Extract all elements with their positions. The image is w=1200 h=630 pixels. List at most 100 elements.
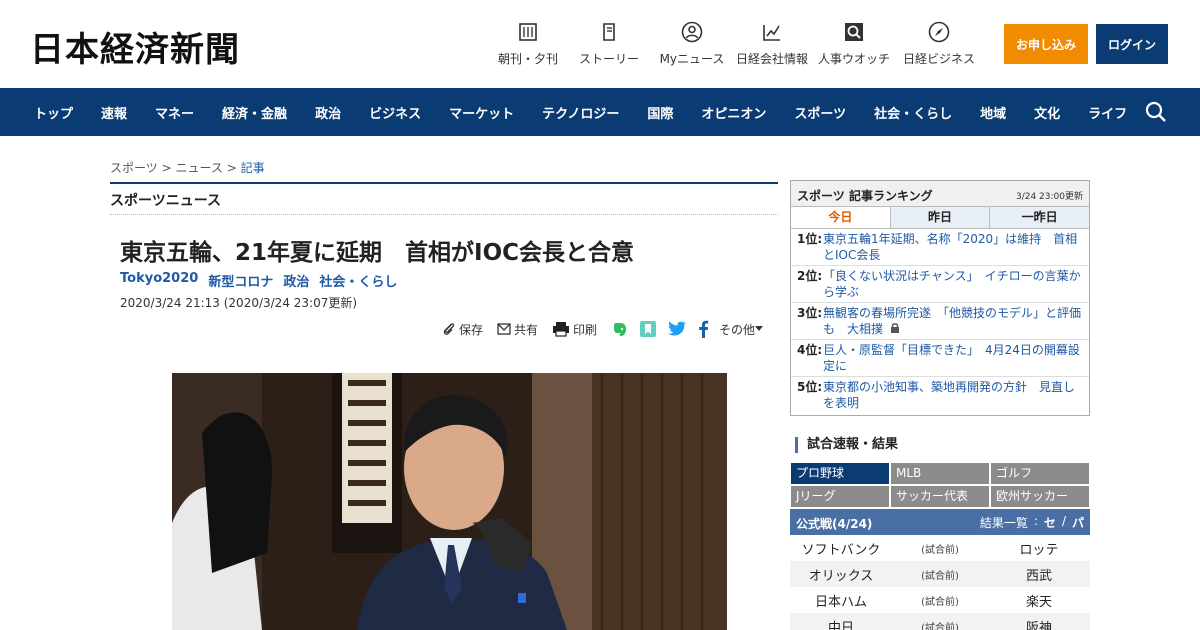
nav-item-sports[interactable]: スポーツ xyxy=(780,103,860,122)
save-label: 保存 xyxy=(459,322,484,337)
article-tags: Tokyo2020 新型コロナ 政治 社会・くらし xyxy=(120,271,407,290)
ranking-item[interactable]: 3位: 無観客の春場所完遂 「他競技のモデル」と評価も 大相撲 xyxy=(791,303,1089,340)
ranking-link[interactable]: 巨人・原監督「目標できた」 4月24日の開幕設定に xyxy=(823,342,1083,374)
category-jleague[interactable]: Jリーグ xyxy=(790,485,890,508)
ranking-link[interactable]: 東京五輪1年延期、名称「2020」は維持 首相とIOC会長 xyxy=(823,231,1083,263)
category-euro-soccer[interactable]: 欧州サッカー xyxy=(990,485,1090,508)
user-icon xyxy=(680,20,704,44)
breadcrumb: スポーツ > ニュース > 記事 xyxy=(110,159,265,176)
search-icon[interactable] xyxy=(1144,100,1168,124)
search-person-icon xyxy=(842,20,866,44)
print-label: 印刷 xyxy=(573,322,598,337)
mail-icon xyxy=(497,323,511,335)
nav-item-life[interactable]: ライフ xyxy=(1074,103,1141,122)
chart-icon xyxy=(760,20,784,44)
breadcrumb-article[interactable]: 記事 xyxy=(241,161,265,175)
tag-politics[interactable]: 政治 xyxy=(283,271,309,290)
bookmark-icon[interactable] xyxy=(639,320,657,338)
evernote-icon[interactable] xyxy=(611,320,629,338)
login-button[interactable]: ログイン xyxy=(1096,24,1168,64)
share-button[interactable]: 共有 xyxy=(497,321,538,338)
nav-item-economy[interactable]: 経済・金融 xyxy=(208,103,301,122)
ranking-link[interactable]: 東京都の小池知事、築地再開発の方針 見直しを表明 xyxy=(823,379,1083,412)
game-row[interactable]: 中日 (試合前) 阪神 xyxy=(790,613,1090,630)
nav-item-opinion[interactable]: オピニオン xyxy=(687,103,780,122)
central-league-link[interactable]: セ xyxy=(1044,514,1056,531)
nav-item-technology[interactable]: テクノロジー xyxy=(528,103,633,122)
nav-item-top[interactable]: トップ xyxy=(20,103,87,122)
header-nav-business[interactable]: 日経ビジネス xyxy=(896,20,982,67)
game-away-team: ロッテ xyxy=(1019,542,1059,558)
nav-item-society[interactable]: 社会・くらし xyxy=(860,103,966,122)
game-row[interactable]: 日本ハム (試合前) 楽天 xyxy=(790,587,1090,613)
more-share-dropdown[interactable]: その他 xyxy=(719,321,764,338)
ranking-item[interactable]: 4位: 巨人・原監督「目標できた」 4月24日の開幕設定に xyxy=(791,340,1089,377)
game-away-team: 西武 xyxy=(1025,568,1052,584)
game-row[interactable]: ソフトバンク (試合前) ロッテ xyxy=(790,535,1090,561)
category-soccer-national[interactable]: サッカー代表 xyxy=(890,485,990,508)
breadcrumb-sports[interactable]: スポーツ xyxy=(110,161,158,175)
tag-society[interactable]: 社会・くらし xyxy=(319,271,397,290)
breadcrumb-news[interactable]: ニュース xyxy=(175,161,222,175)
ranking-link[interactable]: 「良くない状況はチャンス」 イチローの言葉から学ぶ xyxy=(823,268,1083,300)
schedule-links: 結果一覧 : セ / パ xyxy=(974,514,1084,531)
tab-day-before[interactable]: 一昨日 xyxy=(989,207,1090,228)
ranking-number: 2位: xyxy=(797,269,823,283)
results-list-link[interactable]: 結果一覧 xyxy=(980,514,1028,531)
nav-item-international[interactable]: 国際 xyxy=(633,103,687,122)
nav-item-money[interactable]: マネー xyxy=(141,103,208,122)
twitter-icon[interactable] xyxy=(667,320,687,338)
nav-item-business[interactable]: ビジネス xyxy=(355,103,435,122)
header-nav-company[interactable]: 日経会社情報 xyxy=(732,20,812,67)
tab-yesterday[interactable]: 昨日 xyxy=(889,207,990,228)
save-button[interactable]: 保存 xyxy=(442,321,483,338)
ranking-link[interactable]: 無観客の春場所完遂 「他競技のモデル」と評価も 大相撲 xyxy=(823,305,1083,337)
category-npb[interactable]: プロ野球 xyxy=(790,462,890,485)
game-away-team: 阪神 xyxy=(1025,620,1052,630)
game-home-team: 日本ハム xyxy=(814,594,867,610)
header-nav-newspaper[interactable]: 朝刊・夕刊 xyxy=(490,20,566,67)
apply-button[interactable]: お申し込み xyxy=(1004,24,1088,64)
nav-item-region[interactable]: 地域 xyxy=(966,103,1020,122)
category-mlb[interactable]: MLB xyxy=(890,462,990,485)
game-row[interactable]: オリックス (試合前) 西武 xyxy=(790,561,1090,587)
nav-item-culture[interactable]: 文化 xyxy=(1020,103,1074,122)
header-nav-personnel[interactable]: 人事ウオッチ xyxy=(812,20,896,67)
breadcrumb-separator: > xyxy=(161,161,172,175)
ranking-number: 1位: xyxy=(797,232,823,246)
nav-item-market[interactable]: マーケット xyxy=(435,103,528,122)
site-logo[interactable]: 日本経済新聞 xyxy=(30,22,240,71)
league-slash: / xyxy=(1061,514,1066,528)
game-status: (試合前) xyxy=(921,596,959,608)
schedule-colon: : xyxy=(1033,514,1038,528)
schedule-title: 公式戦(4/24) xyxy=(796,517,873,531)
pacific-league-link[interactable]: パ xyxy=(1072,514,1084,531)
book-icon xyxy=(597,20,621,44)
game-category-grid: プロ野球 MLB ゴルフ Jリーグ サッカー代表 欧州サッカー xyxy=(790,462,1090,508)
caret-down-icon xyxy=(755,326,764,331)
tag-coronavirus[interactable]: 新型コロナ xyxy=(208,271,273,290)
paperclip-icon xyxy=(443,323,455,335)
section-title[interactable]: スポーツニュース xyxy=(110,190,221,210)
ranking-number: 5位: xyxy=(797,380,823,394)
ranking-item[interactable]: 1位: 東京五輪1年延期、名称「2020」は維持 首相とIOC会長 xyxy=(791,229,1089,266)
ranking-item[interactable]: 5位: 東京都の小池知事、築地再開発の方針 見直しを表明 xyxy=(791,377,1089,414)
tab-today[interactable]: 今日 xyxy=(791,207,890,228)
nav-item-politics[interactable]: 政治 xyxy=(301,103,355,122)
share-label: 共有 xyxy=(514,322,539,337)
nav-item-breaking[interactable]: 速報 xyxy=(87,103,141,122)
newspaper-icon xyxy=(516,20,540,44)
main-nav: トップ 速報 マネー 経済・金融 政治 ビジネス マーケット テクノロジー 国際… xyxy=(0,88,1200,136)
section-divider xyxy=(110,182,778,184)
game-results-title: 試合速報・結果 xyxy=(795,437,898,453)
header-nav-mynews[interactable]: Myニュース xyxy=(652,20,732,67)
header-nav-story[interactable]: ストーリー xyxy=(566,20,652,67)
facebook-icon[interactable] xyxy=(697,320,709,338)
ranking-item[interactable]: 2位: 「良くない状況はチャンス」 イチローの言葉から学ぶ xyxy=(791,266,1089,303)
ranking-title: スポーツ 記事ランキング xyxy=(797,189,933,203)
tag-tokyo2020[interactable]: Tokyo2020 xyxy=(120,271,198,290)
ranking-header: スポーツ 記事ランキング 3/24 23:00更新 xyxy=(791,181,1089,207)
category-golf[interactable]: ゴルフ xyxy=(990,462,1090,485)
print-button[interactable]: 印刷 xyxy=(552,321,597,338)
schedule-header: 公式戦(4/24) 結果一覧 : セ / パ xyxy=(790,509,1090,535)
